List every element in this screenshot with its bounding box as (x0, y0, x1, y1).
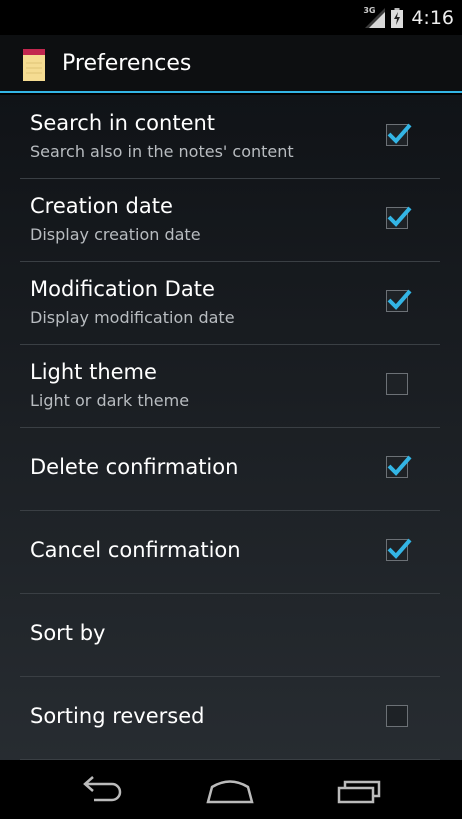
checkmark-icon (387, 538, 412, 559)
pref-summary: Light or dark theme (30, 391, 190, 410)
home-icon[interactable] (200, 770, 260, 808)
pref-title: Cancel confirmation (30, 538, 241, 562)
pref-summary: Display modification date (30, 308, 235, 327)
preferences-list: Search in content Search also in the not… (0, 95, 462, 760)
status-time: 4:16 (411, 7, 454, 29)
battery-icon (391, 8, 404, 28)
pref-title: Sort by (30, 621, 106, 645)
checkmark-icon (387, 455, 412, 476)
notepad-icon[interactable] (22, 49, 46, 81)
pref-title: Creation date (30, 194, 173, 218)
status-bar: 3G 4:16 (0, 0, 462, 35)
back-icon[interactable] (72, 770, 132, 808)
pref-title: Delete confirmation (30, 455, 239, 479)
sorting-reversed-checkbox[interactable] (386, 705, 408, 727)
modification-date-checkbox[interactable] (386, 289, 412, 312)
delete-confirmation-checkbox[interactable] (386, 455, 412, 478)
checkmark-icon (387, 289, 412, 310)
checkmark-icon (387, 123, 412, 144)
pref-title: Modification Date (30, 277, 215, 301)
recent-apps-icon[interactable] (330, 770, 390, 808)
pref-title: Sorting reversed (30, 704, 205, 728)
pref-summary: Search also in the notes' content (30, 142, 294, 161)
pref-sorting-reversed[interactable]: Sorting reversed (20, 676, 440, 760)
light-theme-checkbox[interactable] (386, 373, 408, 395)
pref-search-in-content[interactable]: Search in content Search also in the not… (20, 95, 440, 179)
signal-icon: 3G (363, 6, 386, 28)
navigation-bar (0, 760, 462, 819)
checkmark-icon (387, 206, 412, 227)
pref-title: Light theme (30, 360, 157, 384)
network-type-label: 3G (363, 6, 376, 15)
pref-light-theme[interactable]: Light theme Light or dark theme (20, 344, 440, 428)
search-in-content-checkbox[interactable] (386, 123, 412, 146)
action-bar: Preferences (0, 35, 462, 93)
pref-modification-date[interactable]: Modification Date Display modification d… (20, 261, 440, 345)
page-title: Preferences (62, 51, 192, 76)
pref-cancel-confirmation[interactable]: Cancel confirmation (20, 510, 440, 594)
cancel-confirmation-checkbox[interactable] (386, 538, 412, 561)
pref-title: Search in content (30, 111, 216, 135)
pref-creation-date[interactable]: Creation date Display creation date (20, 178, 440, 262)
pref-delete-confirmation[interactable]: Delete confirmation (20, 427, 440, 511)
action-bar-divider (0, 91, 462, 93)
pref-sort-by[interactable]: Sort by (20, 593, 440, 677)
creation-date-checkbox[interactable] (386, 206, 412, 229)
pref-summary: Display creation date (30, 225, 201, 244)
